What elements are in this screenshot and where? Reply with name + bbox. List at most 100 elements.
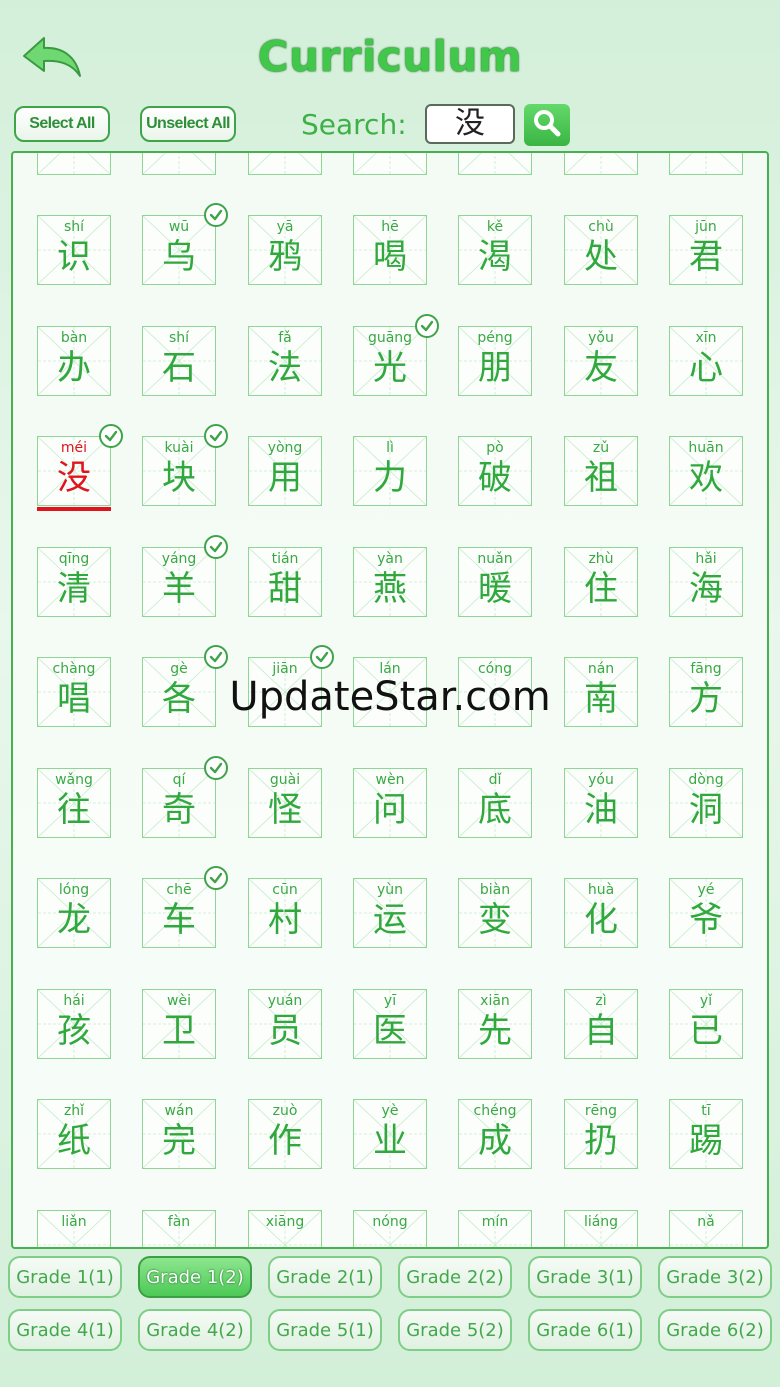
character-cell[interactable]: zhǐ 纸 [37, 1099, 111, 1169]
character-cell[interactable]: bàn 办 [37, 325, 111, 396]
character-cell[interactable]: kě 渴 [458, 215, 532, 285]
character-cell[interactable]: xiān 先 [458, 988, 532, 1059]
grade-button[interactable]: Grade 2(2) [398, 1256, 512, 1298]
character-cell-partial[interactable] [37, 153, 111, 175]
unselect-all-button[interactable]: Unselect All [140, 106, 236, 142]
character-cell[interactable]: lì 力 [353, 436, 427, 506]
character-cell-partial[interactable] [142, 153, 216, 175]
character-cell[interactable]: wèi 卫 [142, 988, 216, 1059]
grade-button[interactable]: Grade 3(1) [528, 1256, 642, 1298]
grade-button[interactable]: Grade 6(1) [528, 1309, 642, 1351]
character-cell[interactable]: wèn 问 [353, 767, 427, 838]
grade-button[interactable]: Grade 1(2) [138, 1256, 252, 1298]
character-grid[interactable]: shí 识 wū 乌 yā 鸦 hē 喝 kě 渴 chù 处 jūn 君 bàn 办 shí 石 fǎ 法 guāng… [11, 151, 769, 1249]
character-cell[interactable]: guài 怪 [248, 767, 322, 838]
character-cell[interactable]: zhù 住 [564, 546, 638, 617]
grade-button[interactable]: Grade 3(2) [658, 1256, 772, 1298]
character-cell[interactable]: chù 处 [564, 215, 638, 285]
character-cell[interactable]: tī 踢 [669, 1099, 743, 1169]
character-cell[interactable]: wǎng 往 [37, 767, 111, 838]
character-cell[interactable]: jiān [248, 657, 322, 727]
grade-button[interactable]: Grade 4(2) [138, 1309, 252, 1351]
character-cell[interactable]: yàn 燕 [353, 546, 427, 617]
checkmark-icon[interactable] [204, 203, 228, 227]
character-cell[interactable]: rēng 扔 [564, 1099, 638, 1169]
character-cell[interactable]: pò 破 [458, 436, 532, 506]
grade-button[interactable]: Grade 1(1) [8, 1256, 122, 1298]
grade-button[interactable]: Grade 5(1) [268, 1309, 382, 1351]
character-cell[interactable]: qīng 清 [37, 546, 111, 617]
character-cell[interactable]: yóu 油 [564, 767, 638, 838]
character-cell[interactable]: tián 甜 [248, 546, 322, 617]
checkmark-icon[interactable] [204, 534, 228, 559]
character-cell[interactable]: lóng 龙 [37, 878, 111, 948]
checkmark-icon[interactable] [415, 313, 439, 338]
character-cell[interactable]: zuò 作 [248, 1099, 322, 1169]
character-cell[interactable]: dǐ 底 [458, 767, 532, 838]
select-all-button[interactable]: Select All [14, 106, 110, 142]
character-cell-partial[interactable] [458, 153, 532, 175]
character-cell[interactable]: fǎ 法 [248, 325, 322, 396]
character-cell[interactable]: wū 乌 [142, 215, 216, 285]
character-cell[interactable]: yǒu 友 [564, 325, 638, 396]
character-cell[interactable]: nuǎn 暖 [458, 546, 532, 617]
character-cell-partial[interactable] [248, 153, 322, 175]
character-cell[interactable]: nǎ [669, 1209, 743, 1247]
character-cell[interactable]: guāng 光 [353, 325, 427, 396]
character-cell[interactable]: biàn 变 [458, 878, 532, 948]
character-cell[interactable]: mín [458, 1209, 532, 1247]
character-cell[interactable]: yáng 羊 [142, 546, 216, 617]
character-cell[interactable]: dòng 洞 [669, 767, 743, 838]
character-cell[interactable]: yī 医 [353, 988, 427, 1059]
character-cell[interactable]: péng 朋 [458, 325, 532, 396]
checkmark-icon[interactable] [310, 645, 334, 669]
character-cell[interactable]: yè 业 [353, 1099, 427, 1169]
character-cell[interactable]: kuài 块 [142, 436, 216, 506]
checkmark-icon[interactable] [204, 755, 228, 780]
character-cell[interactable]: yǐ 已 [669, 988, 743, 1059]
character-cell[interactable]: xīn 心 [669, 325, 743, 396]
checkmark-icon[interactable] [204, 645, 228, 669]
character-cell[interactable]: cūn 村 [248, 878, 322, 948]
search-button[interactable] [524, 104, 570, 146]
character-cell[interactable]: gè 各 [142, 657, 216, 727]
character-cell[interactable]: chéng 成 [458, 1099, 532, 1169]
character-cell[interactable]: wán 完 [142, 1099, 216, 1169]
character-cell[interactable]: chàng 唱 [37, 657, 111, 727]
character-cell[interactable]: huān 欢 [669, 436, 743, 506]
character-cell[interactable]: lán [353, 657, 427, 727]
checkmark-icon[interactable] [204, 424, 228, 448]
character-cell[interactable]: cóng [458, 657, 532, 727]
character-cell[interactable]: shí 石 [142, 325, 216, 396]
character-cell[interactable]: hǎi 海 [669, 546, 743, 617]
character-cell[interactable]: zǔ 祖 [564, 436, 638, 506]
grade-button[interactable]: Grade 2(1) [268, 1256, 382, 1298]
character-cell[interactable]: jūn 君 [669, 215, 743, 285]
character-cell[interactable]: yā 鸦 [248, 215, 322, 285]
grade-button[interactable]: Grade 5(2) [398, 1309, 512, 1351]
checkmark-icon[interactable] [99, 424, 123, 448]
character-cell[interactable]: zì 自 [564, 988, 638, 1059]
character-cell[interactable]: chē 车 [142, 878, 216, 948]
character-cell-partial[interactable] [669, 153, 743, 175]
grade-button[interactable]: Grade 4(1) [8, 1309, 122, 1351]
character-cell[interactable]: xiāng [248, 1209, 322, 1247]
character-cell[interactable]: hē 喝 [353, 215, 427, 285]
character-cell[interactable]: liáng [564, 1209, 638, 1247]
character-cell[interactable]: qí 奇 [142, 767, 216, 838]
character-cell-partial[interactable] [353, 153, 427, 175]
checkmark-icon[interactable] [204, 866, 228, 890]
character-cell[interactable]: fàn [142, 1209, 216, 1247]
character-cell[interactable]: méi 没 [37, 436, 111, 511]
character-cell[interactable]: hái 孩 [37, 988, 111, 1059]
character-cell-partial[interactable] [564, 153, 638, 175]
character-cell[interactable]: yùn 运 [353, 878, 427, 948]
character-cell[interactable]: nóng [353, 1209, 427, 1247]
grade-button[interactable]: Grade 6(2) [658, 1309, 772, 1351]
character-cell[interactable]: liǎn [37, 1209, 111, 1247]
character-cell[interactable]: yuán 员 [248, 988, 322, 1059]
character-cell[interactable]: nán 南 [564, 657, 638, 727]
search-input[interactable]: 没 [425, 104, 515, 144]
character-cell[interactable]: yòng 用 [248, 436, 322, 506]
character-cell[interactable]: huà 化 [564, 878, 638, 948]
